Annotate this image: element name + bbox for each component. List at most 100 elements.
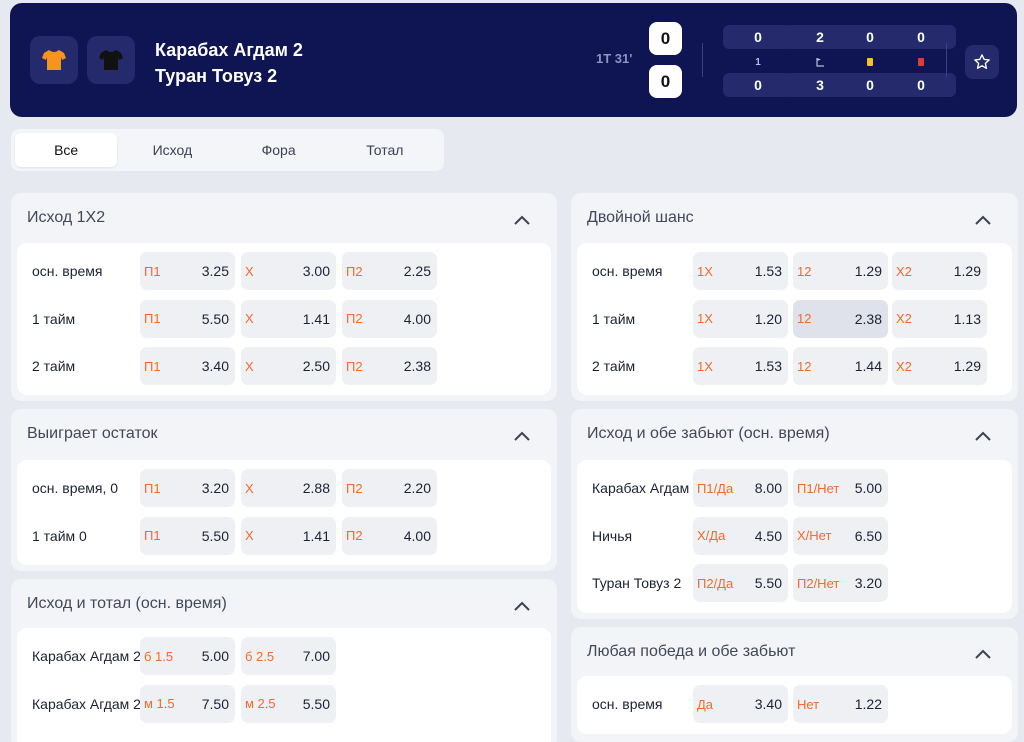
odd-button[interactable]: П1 5.50 bbox=[140, 516, 235, 555]
market-body: Карабах Агдам 2 П1/Да 8.00 П1/Нет 5.00 Ничья X… bbox=[577, 460, 1012, 613]
odd-button[interactable]: б 1.5 5.00 bbox=[140, 637, 235, 675]
row-label: Карабах Агдам 2 bbox=[32, 648, 141, 664]
tab-all[interactable]: Все bbox=[15, 133, 118, 167]
odd-button[interactable]: б 2.5 7.00 bbox=[241, 637, 336, 675]
odd-value: 3.20 bbox=[201, 480, 229, 496]
odd-outcome-label: П1 bbox=[144, 311, 161, 326]
odd-outcome-label: 1X bbox=[697, 311, 713, 326]
odd-outcome-label: 12 bbox=[797, 358, 812, 374]
odd-value: 3.00 bbox=[302, 263, 330, 279]
odd-value: 5.00 bbox=[854, 480, 882, 496]
odd-outcome-label: X/Да bbox=[697, 528, 726, 543]
odd-button[interactable]: X/Да 4.50 bbox=[693, 516, 788, 555]
odd-value: 8.00 bbox=[754, 480, 782, 496]
odd-button[interactable]: 12 1.29 bbox=[793, 252, 888, 290]
market-row: 1 тайм П1 5.50 X 1.41 П2 4.00 bbox=[17, 295, 551, 343]
odd-button[interactable]: X 2.50 bbox=[241, 347, 336, 385]
odd-value: 2.20 bbox=[403, 480, 431, 496]
odd-button[interactable]: П2/Нет 3.20 bbox=[793, 564, 888, 602]
odd-button[interactable]: Да 3.40 bbox=[693, 685, 788, 723]
row-label: Карабах Агдам 2 bbox=[32, 695, 141, 712]
odd-button[interactable]: 1X 1.20 bbox=[693, 299, 788, 338]
odd-outcome-label: Нет bbox=[797, 696, 820, 712]
market-row: осн. время, 0 П1 3.20 X 2.88 П2 2.20 bbox=[17, 464, 551, 512]
odd-button[interactable]: X2 1.29 bbox=[892, 347, 987, 385]
odd-button[interactable]: П2 2.25 bbox=[342, 252, 437, 290]
odd-value: 1.22 bbox=[854, 696, 882, 712]
odd-button[interactable]: 1X 1.53 bbox=[693, 252, 788, 290]
odd-button[interactable]: П1/Нет 5.00 bbox=[793, 469, 888, 507]
tab-handicap[interactable]: Фора bbox=[228, 133, 330, 167]
odd-outcome-label: П2 bbox=[346, 480, 363, 496]
odd-value: 1.41 bbox=[302, 527, 330, 544]
odd-button[interactable]: 12 1.44 bbox=[793, 347, 888, 385]
odd-button[interactable]: 1X 1.53 bbox=[693, 347, 788, 385]
team1-name: Карабах Агдам 2 bbox=[155, 40, 303, 60]
stat-goals-period: 0 1 0 bbox=[723, 25, 793, 99]
chevron-up-icon[interactable] bbox=[511, 211, 533, 229]
odd-button[interactable]: X/Нет 6.50 bbox=[793, 516, 888, 555]
market-row: Туран Товуз 2 П2/Да 5.50 П2/Нет 3.20 bbox=[577, 559, 1012, 607]
odd-button[interactable]: П2 2.38 bbox=[342, 347, 437, 385]
odd-value: 7.50 bbox=[201, 695, 229, 712]
odd-value: 5.50 bbox=[754, 575, 782, 591]
odd-button[interactable]: Нет 1.22 bbox=[793, 685, 888, 723]
odd-outcome-label: б 1.5 bbox=[144, 648, 174, 664]
odd-button[interactable]: м 1.5 7.50 bbox=[140, 684, 235, 723]
odd-outcome-label: П1/Да bbox=[697, 480, 734, 496]
chevron-up-icon[interactable] bbox=[511, 597, 533, 615]
odd-outcome-label: П2 bbox=[346, 263, 363, 279]
chevron-up-icon[interactable] bbox=[972, 645, 994, 663]
tab-outcome[interactable]: Исход bbox=[121, 133, 223, 167]
favorite-button[interactable] bbox=[965, 45, 999, 79]
odd-button[interactable]: X 1.41 bbox=[241, 299, 336, 338]
divider bbox=[946, 43, 947, 77]
odd-value: 3.40 bbox=[201, 358, 229, 374]
odd-button[interactable]: м 2.5 5.50 bbox=[241, 684, 336, 723]
odd-button[interactable]: П1 5.50 bbox=[140, 299, 235, 338]
odd-button[interactable]: П2 4.00 bbox=[342, 516, 437, 555]
team-names: Карабах Агдам 2 Туран Товуз 2 bbox=[155, 37, 303, 89]
odd-button[interactable]: П1 3.25 bbox=[140, 252, 235, 290]
odd-value: 6.50 bbox=[854, 527, 882, 544]
tab-total[interactable]: Тотал bbox=[334, 133, 436, 167]
odd-button[interactable]: X 3.00 bbox=[241, 252, 336, 290]
odd-button[interactable]: П2/Да 5.50 bbox=[693, 564, 788, 602]
market-body: Карабах Агдам 2б 1.5 5.00 б 2.5 7.00 Карабах… bbox=[17, 628, 551, 742]
market-row: Карабах Агдам 2 П1/Да 8.00 П1/Нет 5.00 bbox=[577, 464, 1012, 512]
odd-value: 7.00 bbox=[302, 648, 330, 664]
odd-button[interactable]: X 2.88 bbox=[241, 469, 336, 507]
odd-outcome-label: X bbox=[245, 358, 254, 374]
odd-outcome-label: 12 bbox=[797, 263, 812, 279]
odd-outcome-label: X2 bbox=[896, 263, 912, 279]
odd-outcome-label: X2 bbox=[896, 358, 912, 374]
market-row: Ничья X/Да 4.50 X/Нет 6.50 bbox=[577, 512, 1012, 560]
odd-value: 1.53 bbox=[754, 358, 782, 374]
odd-button[interactable]: П2 4.00 bbox=[342, 299, 437, 338]
row-label: 2 тайм bbox=[592, 358, 636, 374]
market-body: осн. время Да 3.40 Нет 1.22 bbox=[577, 676, 1012, 734]
market-title: Исход и обе забьют (осн. время) bbox=[587, 425, 830, 442]
odd-outcome-label: П2/Нет bbox=[797, 575, 840, 591]
odd-button[interactable]: П1/Да 8.00 bbox=[693, 469, 788, 507]
market-title: Любая победа и обе забьют bbox=[587, 643, 796, 660]
score-team1: 0 bbox=[649, 22, 682, 55]
odd-value: 4.00 bbox=[403, 527, 431, 544]
market-row: осн. время Да 3.40 Нет 1.22 bbox=[577, 680, 1012, 728]
odd-button[interactable]: 12 2.38 bbox=[793, 299, 888, 338]
row-label: осн. время bbox=[592, 696, 663, 712]
odd-outcome-label: П2 bbox=[346, 528, 363, 543]
chevron-up-icon[interactable] bbox=[511, 427, 533, 445]
odd-button[interactable]: П1 3.40 bbox=[140, 347, 235, 385]
odd-button[interactable]: П2 2.20 bbox=[342, 469, 437, 507]
chevron-up-icon[interactable] bbox=[972, 427, 994, 445]
odd-button[interactable]: X2 1.13 bbox=[892, 299, 987, 338]
chevron-up-icon[interactable] bbox=[972, 211, 994, 229]
stat-bottom: 0 bbox=[723, 73, 793, 97]
odd-button[interactable]: П1 3.20 bbox=[140, 469, 235, 507]
odd-button[interactable]: X2 1.29 bbox=[892, 252, 987, 290]
odd-outcome-label: 1X bbox=[697, 263, 713, 279]
odd-outcome-label: Да bbox=[697, 696, 714, 712]
odd-outcome-label: м 2.5 bbox=[245, 696, 276, 711]
odd-button[interactable]: X 1.41 bbox=[241, 516, 336, 555]
